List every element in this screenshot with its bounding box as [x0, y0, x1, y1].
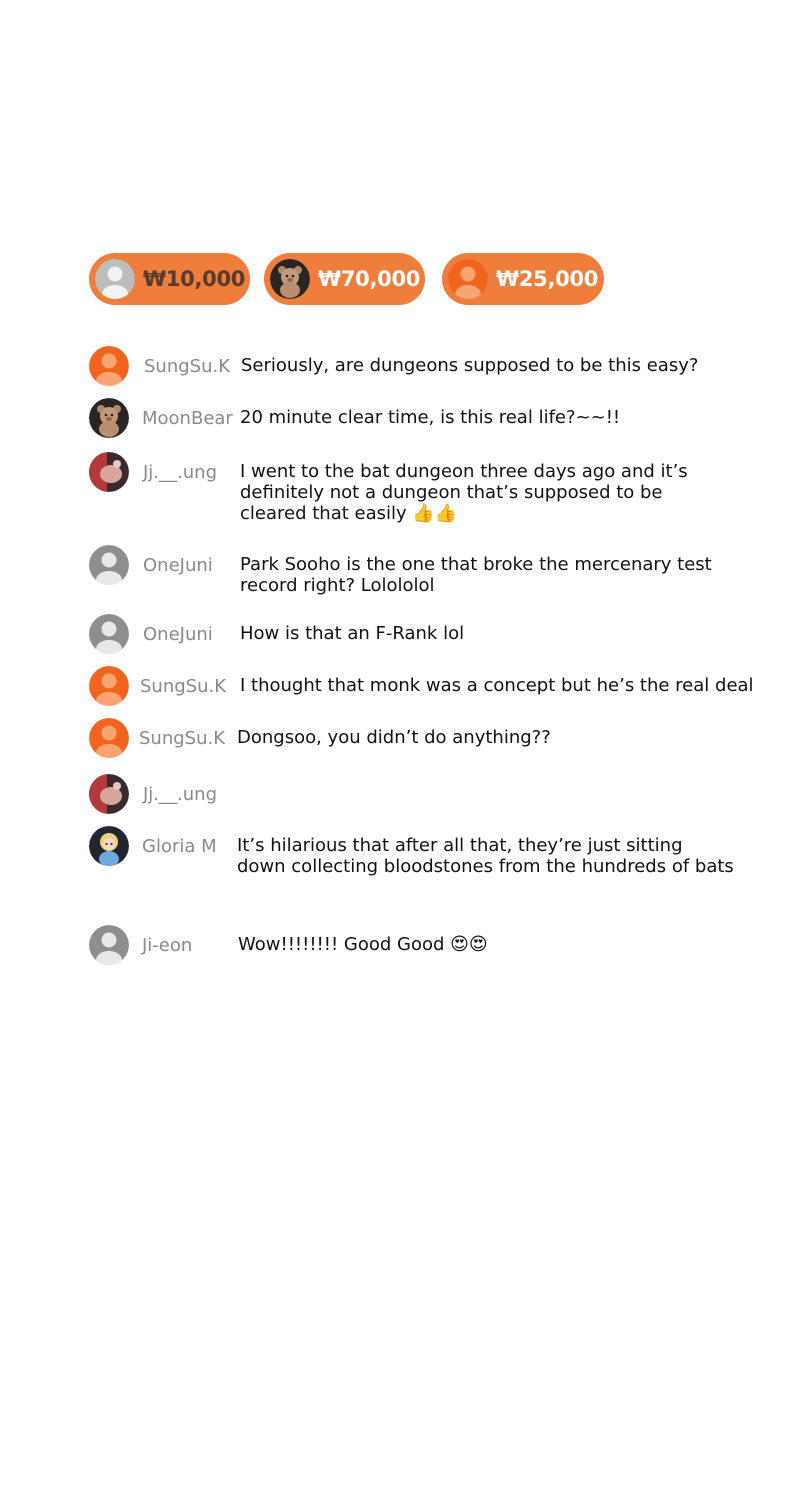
donation-pill[interactable]: ₩25,000: [442, 253, 604, 305]
comment-username[interactable]: SungSu.K: [140, 676, 226, 697]
comment-text: 20 minute clear time, is this real life?…: [240, 407, 621, 428]
photo-avatar-icon[interactable]: [89, 452, 129, 492]
comment-username[interactable]: MoonBear: [142, 408, 233, 429]
donation-amount: ₩25,000: [496, 267, 599, 291]
donation-pill[interactable]: ₩10,000: [89, 253, 250, 305]
comment-text: I went to the bat dungeon three days ago…: [240, 461, 688, 524]
comment-text: Seriously, are dungeons supposed to be t…: [241, 355, 699, 376]
comment-text: Dongsoo, you didn’t do anything??: [237, 727, 551, 748]
comment-username[interactable]: Jj.__.ung: [143, 784, 217, 805]
donation-pill[interactable]: ₩70,000: [264, 253, 425, 305]
default-orange-avatar-icon[interactable]: [89, 346, 129, 386]
default-orange-avatar-icon[interactable]: [89, 718, 129, 758]
comment-username[interactable]: Gloria M: [142, 836, 217, 857]
comment-text: It’s hilarious that after all that, they…: [237, 835, 734, 877]
default-gray-avatar-icon[interactable]: [89, 614, 129, 654]
comment-username[interactable]: SungSu.K: [144, 356, 230, 377]
comment-username[interactable]: Jj.__.ung: [143, 462, 217, 483]
comment-username[interactable]: OneJuni: [143, 555, 213, 576]
comment-text: Park Sooho is the one that broke the mer…: [240, 554, 712, 596]
default-gray-avatar-icon[interactable]: [89, 545, 129, 585]
donation-amount: ₩10,000: [143, 267, 246, 291]
donation-bar: ₩10,000 ₩70,000 ₩25,000: [0, 0, 800, 320]
comment-text: I thought that monk was a concept but he…: [240, 675, 754, 696]
comment-username[interactable]: OneJuni: [143, 624, 213, 645]
comment-username[interactable]: Ji-eon: [142, 935, 192, 956]
teddy-bear-avatar-icon[interactable]: [89, 398, 129, 438]
comment-text: Wow!!!!!!!! Good Good 😍😍: [238, 934, 488, 955]
default-orange-avatar-icon[interactable]: [89, 666, 129, 706]
default-orange-avatar-icon: [448, 259, 488, 299]
teddy-bear-avatar-icon: [270, 259, 310, 299]
photo-avatar-icon[interactable]: [89, 774, 129, 814]
default-gray-avatar-icon: [95, 259, 135, 299]
doll-avatar-icon[interactable]: [89, 826, 129, 866]
comment-username[interactable]: SungSu.K: [139, 728, 225, 749]
default-gray-avatar-icon[interactable]: [89, 925, 129, 965]
comment-text: How is that an F-Rank lol: [240, 623, 465, 644]
donation-amount: ₩70,000: [318, 267, 421, 291]
